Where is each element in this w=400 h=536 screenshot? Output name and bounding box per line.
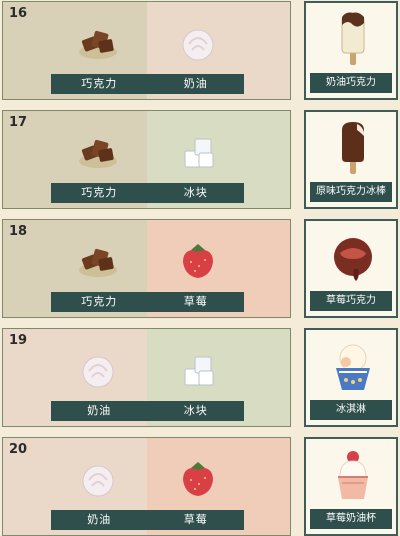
ingredient-labels: 巧克力 草莓 xyxy=(51,292,244,312)
recipe-number: 18 xyxy=(9,224,28,239)
ingredient-a-label: 奶油 xyxy=(87,404,112,417)
strawberry-chocolate-icon xyxy=(330,229,376,287)
ingredient-b-label: 草莓 xyxy=(183,295,208,308)
ice-cube-icon xyxy=(175,347,221,393)
ingredients-card: 19 奶油 冰块 xyxy=(2,328,291,427)
result-card: 原味巧克力冰棒 xyxy=(304,110,398,209)
cream-icon xyxy=(75,347,121,393)
chocolate-icon xyxy=(75,129,121,175)
recipe-row: 18 巧克力 草莓 草莓巧克力 xyxy=(0,219,400,318)
ice-cube-icon xyxy=(175,129,221,175)
recipe-row: 20 奶油 草莓 草莓奶油杯 xyxy=(0,437,400,536)
recipe-number: 16 xyxy=(9,6,28,21)
cream-chocolate-popsicle-icon xyxy=(330,11,376,69)
chocolate-icon xyxy=(75,238,121,284)
recipe-row: 19 奶油 冰块 冰淇淋 xyxy=(0,328,400,427)
ingredient-labels: 巧克力 奶油 xyxy=(51,74,244,94)
chocolate-popsicle-icon xyxy=(330,120,376,178)
chocolate-icon xyxy=(75,20,121,66)
result-label: 奶油巧克力 xyxy=(310,73,392,93)
ingredient-labels: 奶油 冰块 xyxy=(51,401,244,421)
cream-icon xyxy=(75,456,121,502)
ingredient-labels: 奶油 草莓 xyxy=(51,510,244,530)
ingredient-a-label: 奶油 xyxy=(87,513,112,526)
cream-icon xyxy=(175,20,221,66)
result-label: 冰淇淋 xyxy=(310,400,392,420)
ice-cream-cup-icon xyxy=(330,338,376,396)
recipe-number: 20 xyxy=(9,442,28,457)
recipe-number: 19 xyxy=(9,333,28,348)
ingredient-a-label: 巧克力 xyxy=(81,77,118,90)
ingredients-card: 17 巧克力 冰块 xyxy=(2,110,291,209)
ingredients-card: 20 奶油 草莓 xyxy=(2,437,291,536)
strawberry-icon xyxy=(175,238,221,284)
result-label: 草莓巧克力 xyxy=(310,291,392,311)
result-label: 草莓奶油杯 xyxy=(310,509,392,529)
ingredient-b-label: 冰块 xyxy=(183,404,208,417)
recipe-number: 17 xyxy=(9,115,28,130)
result-card: 奶油巧克力 xyxy=(304,1,398,100)
result-label: 原味巧克力冰棒 xyxy=(310,182,392,202)
ingredient-b-label: 奶油 xyxy=(183,77,208,90)
ingredient-a-label: 巧克力 xyxy=(81,186,118,199)
ingredient-b-label: 草莓 xyxy=(183,513,208,526)
ingredient-labels: 巧克力 冰块 xyxy=(51,183,244,203)
result-card: 草莓巧克力 xyxy=(304,219,398,318)
result-card: 冰淇淋 xyxy=(304,328,398,427)
strawberry-icon xyxy=(175,456,221,502)
recipe-row: 17 巧克力 冰块 原味巧克力冰棒 xyxy=(0,110,400,209)
strawberry-cream-cup-icon xyxy=(330,447,376,505)
ingredient-a-label: 巧克力 xyxy=(81,295,118,308)
recipe-row: 16 巧克力 奶油 奶油巧克力 xyxy=(0,1,400,100)
ingredients-card: 16 巧克力 奶油 xyxy=(2,1,291,100)
ingredient-b-label: 冰块 xyxy=(183,186,208,199)
ingredients-card: 18 巧克力 草莓 xyxy=(2,219,291,318)
result-card: 草莓奶油杯 xyxy=(304,437,398,536)
